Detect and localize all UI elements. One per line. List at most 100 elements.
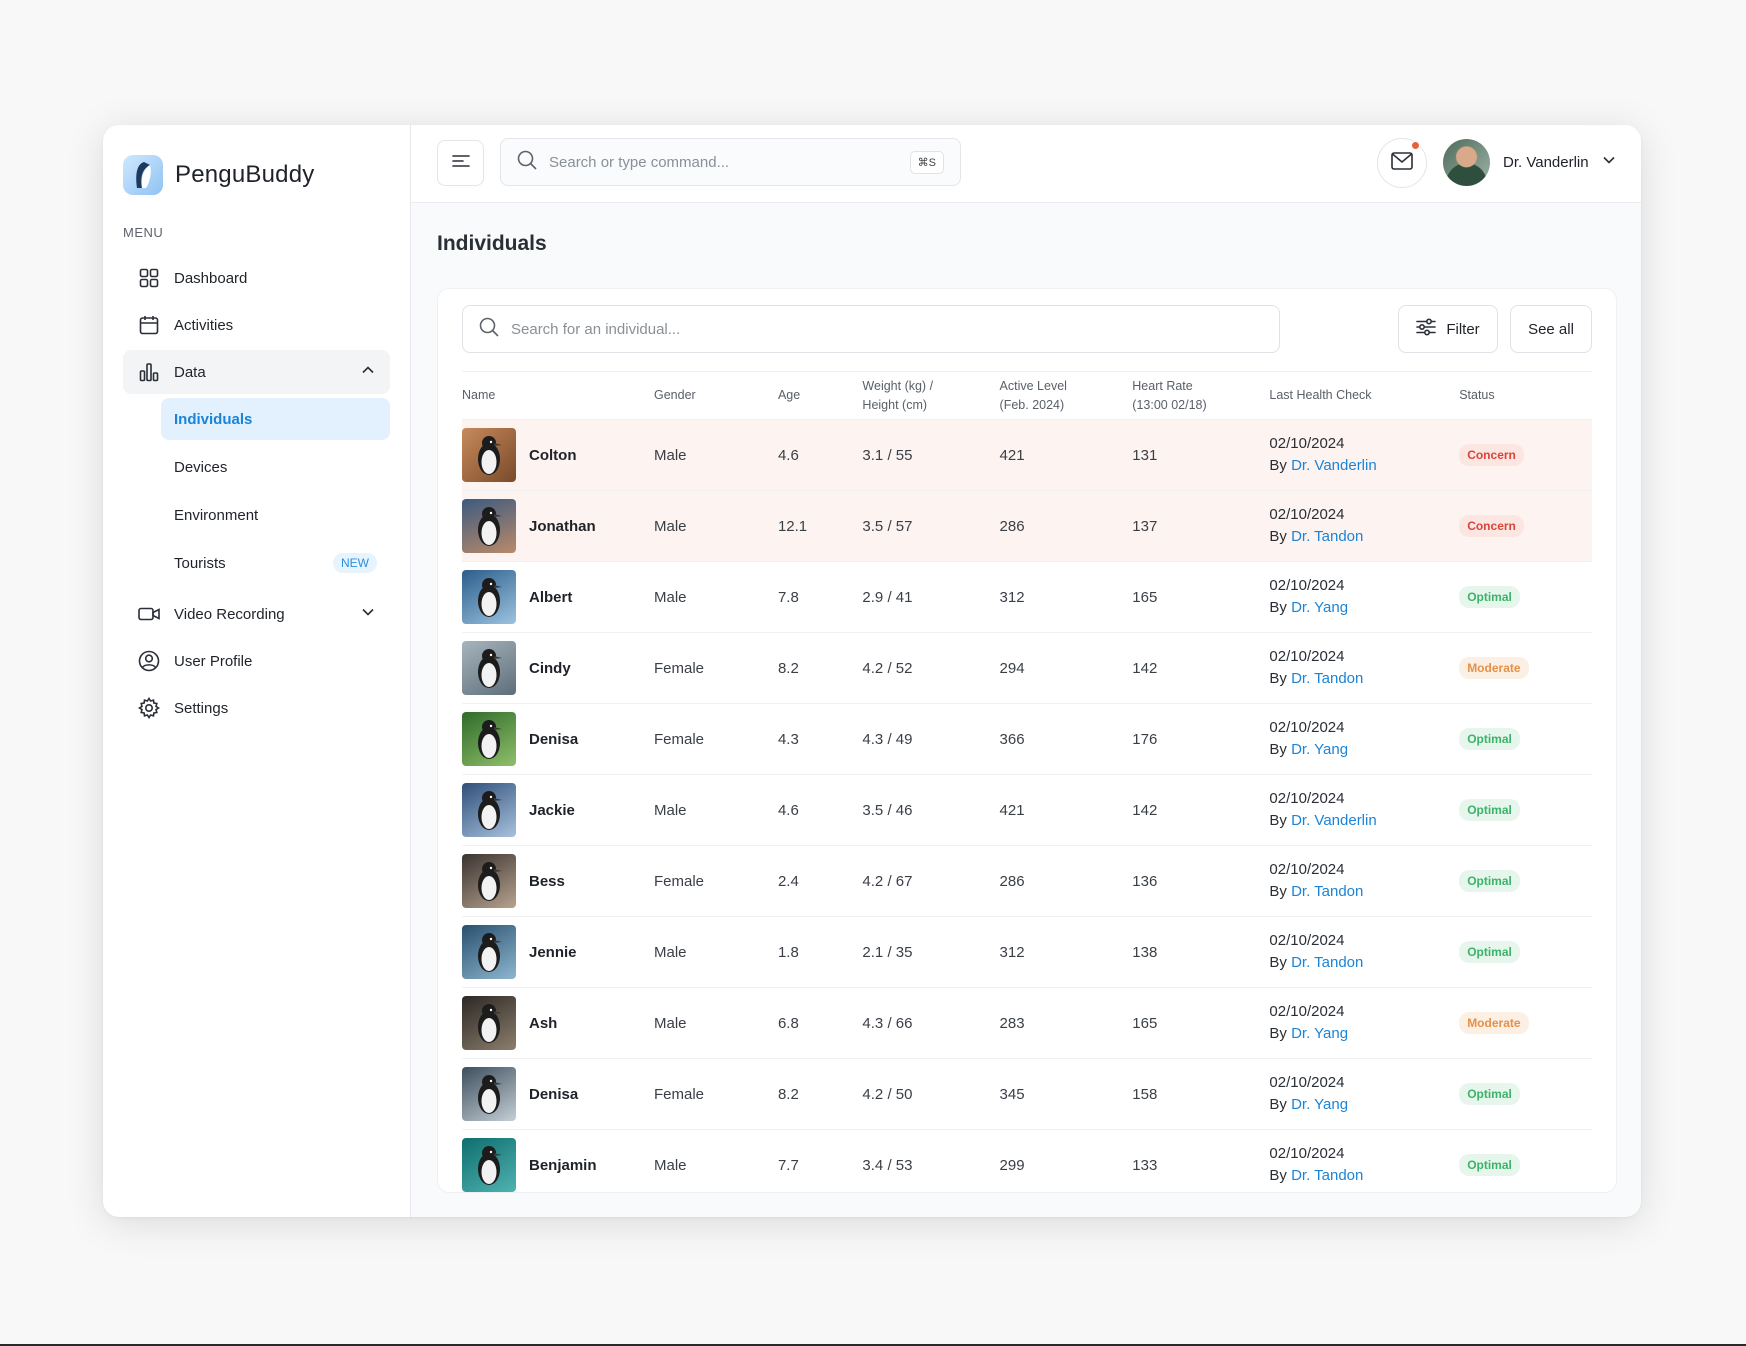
sliders-icon	[1416, 318, 1437, 340]
sidebar-item-activities[interactable]: Activities	[123, 303, 390, 347]
doctor-link[interactable]: Dr. Tandon	[1291, 883, 1363, 900]
individual-name[interactable]: Denisa	[529, 731, 578, 748]
doctor-link[interactable]: Dr. Tandon	[1291, 954, 1363, 971]
chevron-down-icon[interactable]	[361, 605, 375, 623]
sidebar-item-environment[interactable]: Environment	[161, 494, 390, 536]
sidebar-item-settings[interactable]: Settings	[123, 686, 390, 730]
table-row[interactable]: Jonathan Male 12.1 3.5 / 57 286 137 02/10/2024…	[462, 490, 1592, 562]
table-row[interactable]: Jackie Male 4.6 3.5 / 46 421 142 02/10/2024 By …	[462, 774, 1592, 846]
individual-name[interactable]: Jennie	[529, 944, 577, 961]
brand-name: PenguBuddy	[175, 161, 315, 188]
brand[interactable]: PenguBuddy	[123, 153, 390, 197]
cell-active-level: 294	[999, 632, 1133, 704]
by-label: By	[1269, 528, 1287, 545]
header-gender[interactable]: Gender	[653, 371, 778, 420]
penguin-photo[interactable]	[462, 854, 516, 908]
name-cell: Jennie	[462, 925, 654, 979]
doctor-link[interactable]: Dr. Tandon	[1291, 1167, 1363, 1184]
name-cell: Denisa	[462, 1067, 654, 1121]
sidebar-item-data[interactable]: Data	[123, 350, 390, 394]
individual-search[interactable]	[462, 305, 1280, 353]
individual-name[interactable]: Albert	[529, 589, 572, 606]
individual-name[interactable]: Bess	[529, 873, 565, 890]
status-badge: Optimal	[1459, 1154, 1520, 1177]
cell-age: 6.8	[777, 987, 863, 1059]
table-row[interactable]: Denisa Female 8.2 4.2 / 50 345 158 02/10/2024 B…	[462, 1058, 1592, 1130]
cell-active-level: 286	[999, 845, 1133, 917]
header-name[interactable]: Name	[462, 371, 654, 420]
by-label: By	[1269, 954, 1287, 971]
header-heart-rate[interactable]: Heart Rate (13:00 02/18)	[1132, 371, 1270, 420]
cell-heart-rate: 138	[1132, 916, 1270, 988]
sidebar-toggle-button[interactable]	[437, 140, 484, 186]
header-status[interactable]: Status	[1459, 371, 1592, 420]
individual-name[interactable]: Denisa	[529, 1086, 578, 1103]
cell-last-check: 02/10/2024 By Dr. Yang	[1269, 987, 1460, 1059]
filter-button[interactable]: Filter	[1398, 305, 1498, 353]
individual-search-input[interactable]	[511, 320, 1263, 338]
doctor-link[interactable]: Dr. Yang	[1291, 741, 1348, 758]
doctor-link[interactable]: Dr. Vanderlin	[1291, 457, 1377, 474]
cell-last-check: 02/10/2024 By Dr. Vanderlin	[1269, 774, 1460, 846]
table-row[interactable]: Jennie Male 1.8 2.1 / 35 312 138 02/10/2024 By …	[462, 916, 1592, 988]
search-icon	[479, 317, 499, 342]
doctor-link[interactable]: Dr. Tandon	[1291, 528, 1363, 545]
grid-icon	[138, 267, 160, 289]
see-all-button[interactable]: See all	[1510, 305, 1592, 353]
cell-active-level: 283	[999, 987, 1133, 1059]
individual-name[interactable]: Jonathan	[529, 518, 596, 535]
sidebar-item-video-recording[interactable]: Video Recording	[123, 592, 390, 636]
doctor-link[interactable]: Dr. Tandon	[1291, 670, 1363, 687]
cell-name: Bess	[462, 845, 654, 917]
sidebar-item-dashboard[interactable]: Dashboard	[123, 256, 390, 300]
header-active-level[interactable]: Active Level (Feb. 2024)	[999, 371, 1133, 420]
status-badge: Optimal	[1459, 799, 1520, 821]
table-row[interactable]: Albert Male 7.8 2.9 / 41 312 165 02/10/2024 By …	[462, 561, 1592, 633]
penguin-photo[interactable]	[462, 925, 516, 979]
doctor-link[interactable]: Dr. Vanderlin	[1291, 812, 1377, 829]
individual-name[interactable]: Jackie	[529, 802, 575, 819]
header-age[interactable]: Age	[777, 371, 863, 420]
doctor-link[interactable]: Dr. Yang	[1291, 1025, 1348, 1042]
individual-name[interactable]: Benjamin	[529, 1157, 597, 1174]
penguin-photo[interactable]	[462, 570, 516, 624]
command-search[interactable]: ⌘S	[500, 138, 961, 186]
table-row[interactable]: Bess Female 2.4 4.2 / 67 286 136 02/10/2024 By …	[462, 845, 1592, 917]
sidebar-item-tourists[interactable]: Tourists NEW	[161, 542, 390, 584]
table-row[interactable]: Ash Male 6.8 4.3 / 66 283 165 02/10/2024 By Dr.…	[462, 987, 1592, 1059]
individuals-table: Name Gender Age Weight (kg) / Height (cm)…	[462, 371, 1592, 1192]
penguin-photo[interactable]	[462, 712, 516, 766]
individual-name[interactable]: Colton	[529, 447, 576, 464]
sidebar-item-devices[interactable]: Devices	[161, 446, 390, 488]
penguin-photo[interactable]	[462, 428, 516, 482]
user-menu[interactable]: Dr. Vanderlin	[1443, 138, 1616, 186]
table-row[interactable]: Benjamin Male 7.7 3.4 / 53 299 133 02/10/2024 B…	[462, 1129, 1592, 1192]
penguin-photo[interactable]	[462, 1138, 516, 1192]
table-row[interactable]: Colton Male 4.6 3.1 / 55 421 131 02/10/2024 By …	[462, 419, 1592, 491]
unread-indicator	[1411, 141, 1420, 150]
cell-age: 8.2	[777, 1058, 863, 1130]
doctor-link[interactable]: Dr. Yang	[1291, 599, 1348, 616]
command-search-input[interactable]	[549, 153, 898, 171]
sidebar-item-individuals[interactable]: Individuals	[161, 398, 390, 440]
penguin-photo[interactable]	[462, 1067, 516, 1121]
header-last-check[interactable]: Last Health Check	[1269, 371, 1460, 420]
doctor-link[interactable]: Dr. Yang	[1291, 1096, 1348, 1113]
mail-button[interactable]	[1377, 138, 1427, 188]
table-row[interactable]: Cindy Female 8.2 4.2 / 52 294 142 02/10/2024 By…	[462, 632, 1592, 704]
individual-name[interactable]: Ash	[529, 1015, 557, 1032]
sidebar-item-user-profile[interactable]: User Profile	[123, 639, 390, 683]
individual-name[interactable]: Cindy	[529, 660, 571, 677]
chevron-up-icon[interactable]	[361, 363, 375, 381]
penguin-photo[interactable]	[462, 996, 516, 1050]
header-weight-height[interactable]: Weight (kg) / Height (cm)	[862, 371, 1000, 420]
penguin-photo[interactable]	[462, 499, 516, 553]
cell-gender: Female	[653, 845, 778, 917]
by-label: By	[1269, 1167, 1287, 1185]
table-row[interactable]: Denisa Female 4.3 4.3 / 49 366 176 02/10/2024 B…	[462, 703, 1592, 775]
penguin-photo[interactable]	[462, 783, 516, 837]
check-by: By Dr. Yang	[1269, 1094, 1459, 1116]
user-name: Dr. Vanderlin	[1503, 153, 1589, 171]
header-active-line1: Active Level	[999, 378, 1067, 393]
penguin-photo[interactable]	[462, 641, 516, 695]
